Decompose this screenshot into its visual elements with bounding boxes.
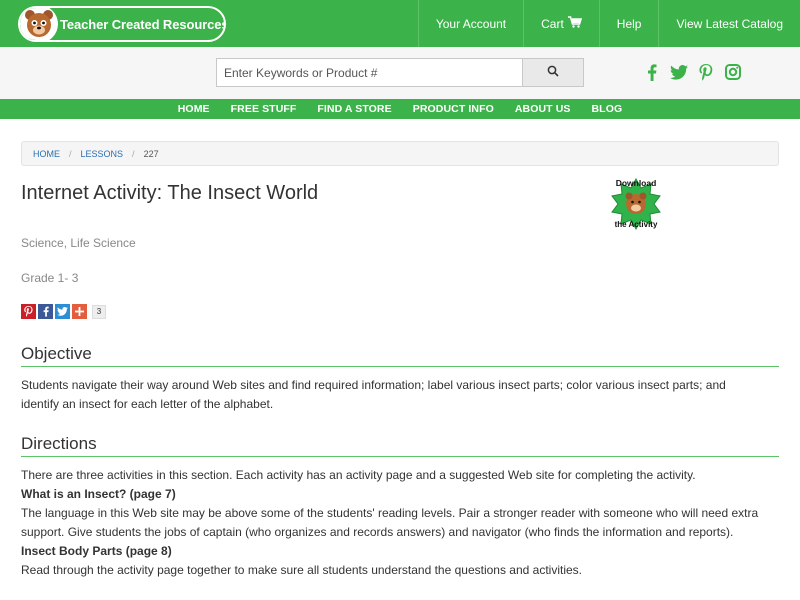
search-button[interactable] bbox=[522, 58, 584, 87]
breadcrumb: HOME / LESSONS / 227 bbox=[21, 141, 779, 166]
page-title: Internet Activity: The Insect World bbox=[21, 182, 319, 204]
site-logo[interactable]: Teacher Created Resources bbox=[18, 6, 226, 42]
download-line1: Download bbox=[616, 178, 657, 188]
nav-about-us[interactable]: ABOUT US bbox=[504, 99, 581, 119]
breadcrumb-lessons[interactable]: LESSONS bbox=[81, 149, 124, 159]
share-buttons: 3 bbox=[21, 304, 106, 319]
bear-logo-icon bbox=[20, 8, 58, 40]
plus-icon bbox=[75, 307, 84, 316]
cart-label: Cart bbox=[541, 16, 564, 31]
nav-product-info[interactable]: PRODUCT INFO bbox=[402, 99, 504, 119]
more-share-button[interactable] bbox=[72, 304, 87, 319]
nav-home[interactable]: HOME bbox=[167, 99, 220, 119]
search-icon bbox=[547, 64, 559, 82]
help-link[interactable]: Help bbox=[598, 0, 659, 47]
grade-text: Grade 1- 3 bbox=[21, 271, 79, 285]
subheading-insect-body-parts: Insect Body Parts (page 8) bbox=[21, 544, 172, 558]
twitter-share-icon bbox=[57, 307, 68, 316]
pinterest-share-icon bbox=[24, 306, 33, 317]
account-nav: Your Account Cart Help View Latest Catal… bbox=[417, 0, 800, 47]
search-bar-row bbox=[0, 47, 800, 99]
directions-content: There are three activities in this secti… bbox=[21, 466, 766, 580]
social-links bbox=[643, 63, 742, 81]
logo-text: Teacher Created Resources bbox=[60, 16, 226, 32]
subheading-what-is-an-insect: What is an Insect? (page 7) bbox=[21, 487, 176, 501]
nav-blog[interactable]: BLOG bbox=[581, 99, 633, 119]
nav-find-a-store[interactable]: FIND A STORE bbox=[307, 99, 402, 119]
objective-text: Students navigate their way around Web s… bbox=[21, 378, 726, 411]
top-header: Teacher Created Resources Your Account C… bbox=[0, 0, 800, 47]
breadcrumb-current: 227 bbox=[143, 148, 159, 159]
twitter-share-button[interactable] bbox=[55, 304, 70, 319]
facebook-share-button[interactable] bbox=[38, 304, 53, 319]
view-catalog-link[interactable]: View Latest Catalog bbox=[658, 0, 800, 47]
main-nav: HOME FREE STUFF FIND A STORE PRODUCT INF… bbox=[0, 99, 800, 119]
share-count: 3 bbox=[92, 304, 106, 319]
twitter-icon[interactable] bbox=[670, 63, 688, 81]
pinterest-icon[interactable] bbox=[697, 63, 715, 81]
download-activity-button[interactable]: Download the Activity bbox=[604, 175, 668, 233]
download-starburst-icon: Download the Activity bbox=[611, 177, 661, 231]
breadcrumb-separator: / bbox=[69, 148, 72, 159]
directions-heading: Directions bbox=[21, 434, 779, 457]
facebook-share-icon bbox=[43, 306, 49, 317]
download-line2: the Activity bbox=[615, 220, 658, 229]
your-account-link[interactable]: Your Account bbox=[417, 0, 523, 47]
facebook-icon[interactable] bbox=[643, 63, 661, 81]
what-is-an-insect-text: The language in this Web site may be abo… bbox=[21, 506, 759, 539]
directions-intro: There are three activities in this secti… bbox=[21, 468, 696, 482]
breadcrumb-home[interactable]: HOME bbox=[33, 149, 60, 159]
instagram-icon[interactable] bbox=[724, 63, 742, 81]
search-input[interactable] bbox=[216, 58, 523, 87]
nav-free-stuff[interactable]: FREE STUFF bbox=[220, 99, 307, 119]
cart-link[interactable]: Cart bbox=[523, 0, 599, 47]
breadcrumb-separator: / bbox=[132, 148, 135, 159]
subject-text: Science, Life Science bbox=[21, 236, 136, 250]
objective-heading: Objective bbox=[21, 344, 779, 367]
insect-body-parts-text: Read through the activity page together … bbox=[21, 563, 583, 577]
cart-icon bbox=[567, 16, 582, 31]
pinterest-share-button[interactable] bbox=[21, 304, 36, 319]
